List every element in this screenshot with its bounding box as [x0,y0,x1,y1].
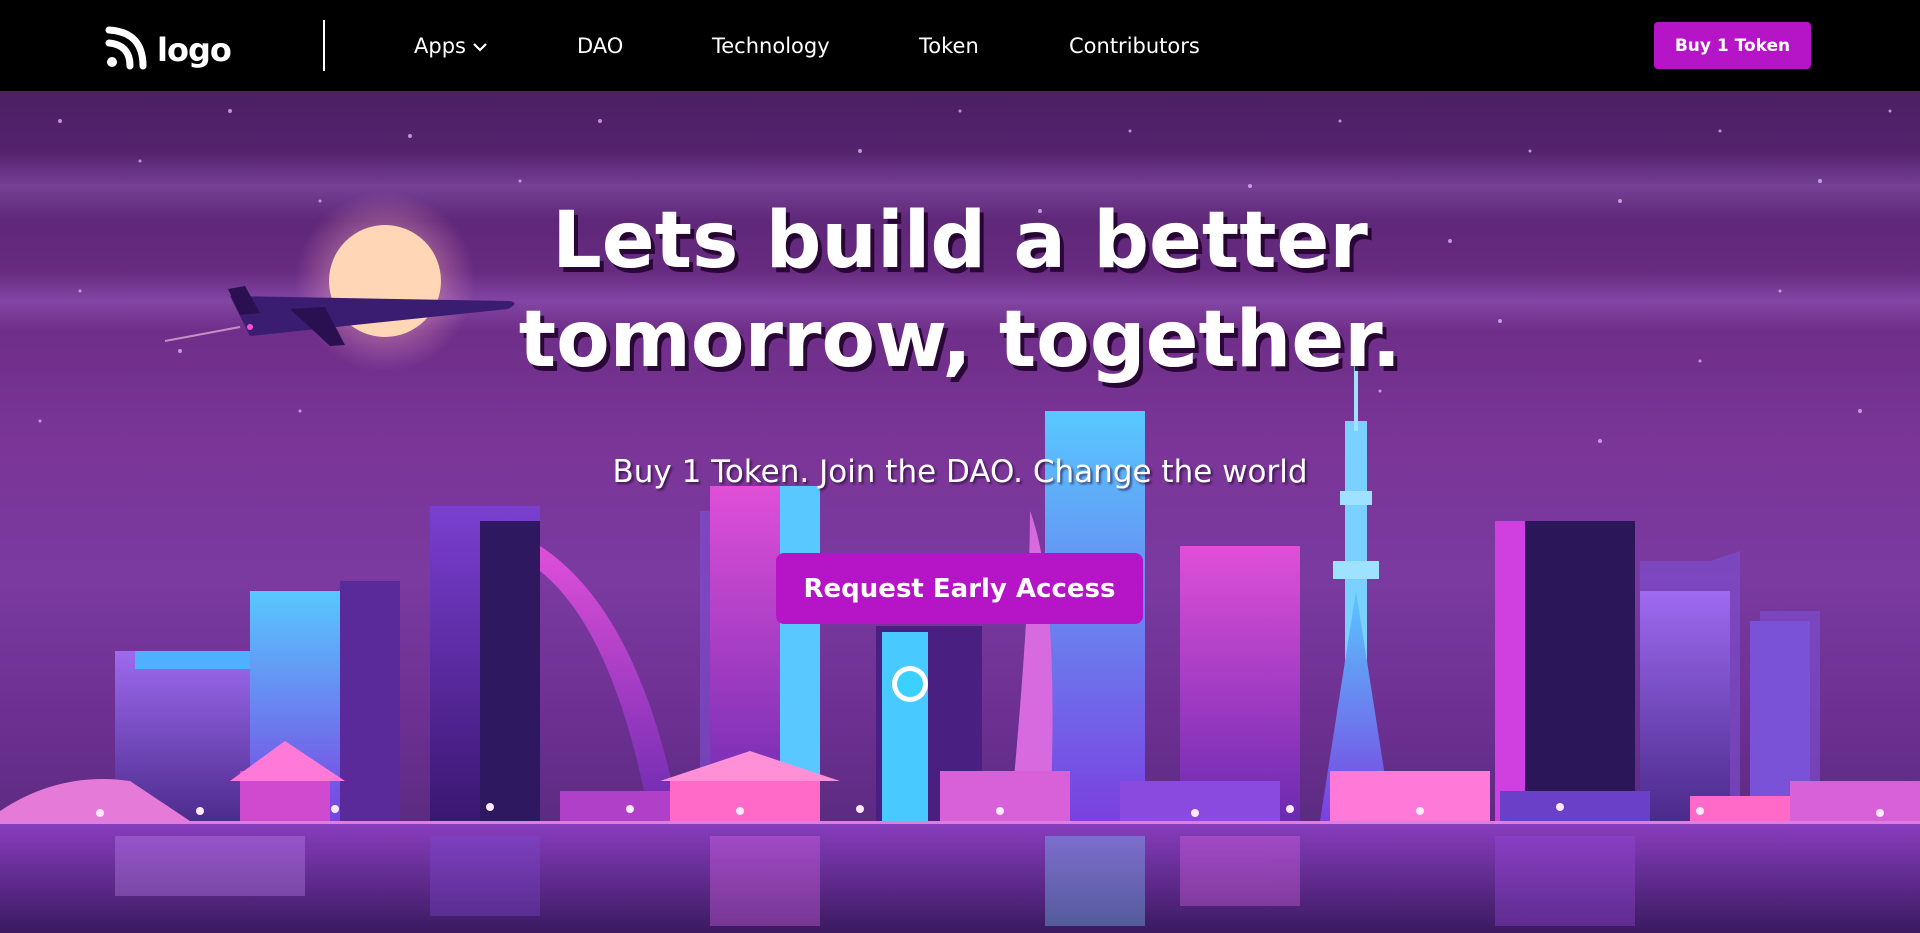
nav-item-label: Contributors [1069,34,1200,58]
hero-title-line2: tomorrow, together. [518,295,1402,385]
nav-item-apps[interactable]: Apps [414,32,488,60]
nav-item-dao[interactable]: DAO [577,32,623,60]
chevron-down-icon [472,32,488,60]
hero-section: Lets build a better tomorrow, together. … [0,91,1920,933]
nav-item-label: Apps [414,34,466,58]
nav-item-contributors[interactable]: Contributors [1069,32,1200,60]
nav-divider [323,20,325,71]
request-early-access-button[interactable]: Request Early Access [776,553,1143,624]
hero-title-line1: Lets build a better [552,196,1368,286]
nav-item-label: Token [919,34,979,58]
nav-item-label: DAO [577,34,624,58]
buy-token-button[interactable]: Buy 1 Token [1654,22,1811,69]
logo[interactable]: logo [105,26,232,74]
nav-item-label: Technology [712,34,830,58]
top-navigation: logo Apps DAO Technology Token Contribut… [0,0,1920,91]
logo-text: logo [157,31,232,69]
hero-subtitle: Buy 1 Token. Join the DAO. Change the wo… [612,454,1308,490]
signal-waves-icon [105,26,147,74]
nav-item-technology[interactable]: Technology [712,32,830,60]
nav-item-token[interactable]: Token [919,32,979,60]
